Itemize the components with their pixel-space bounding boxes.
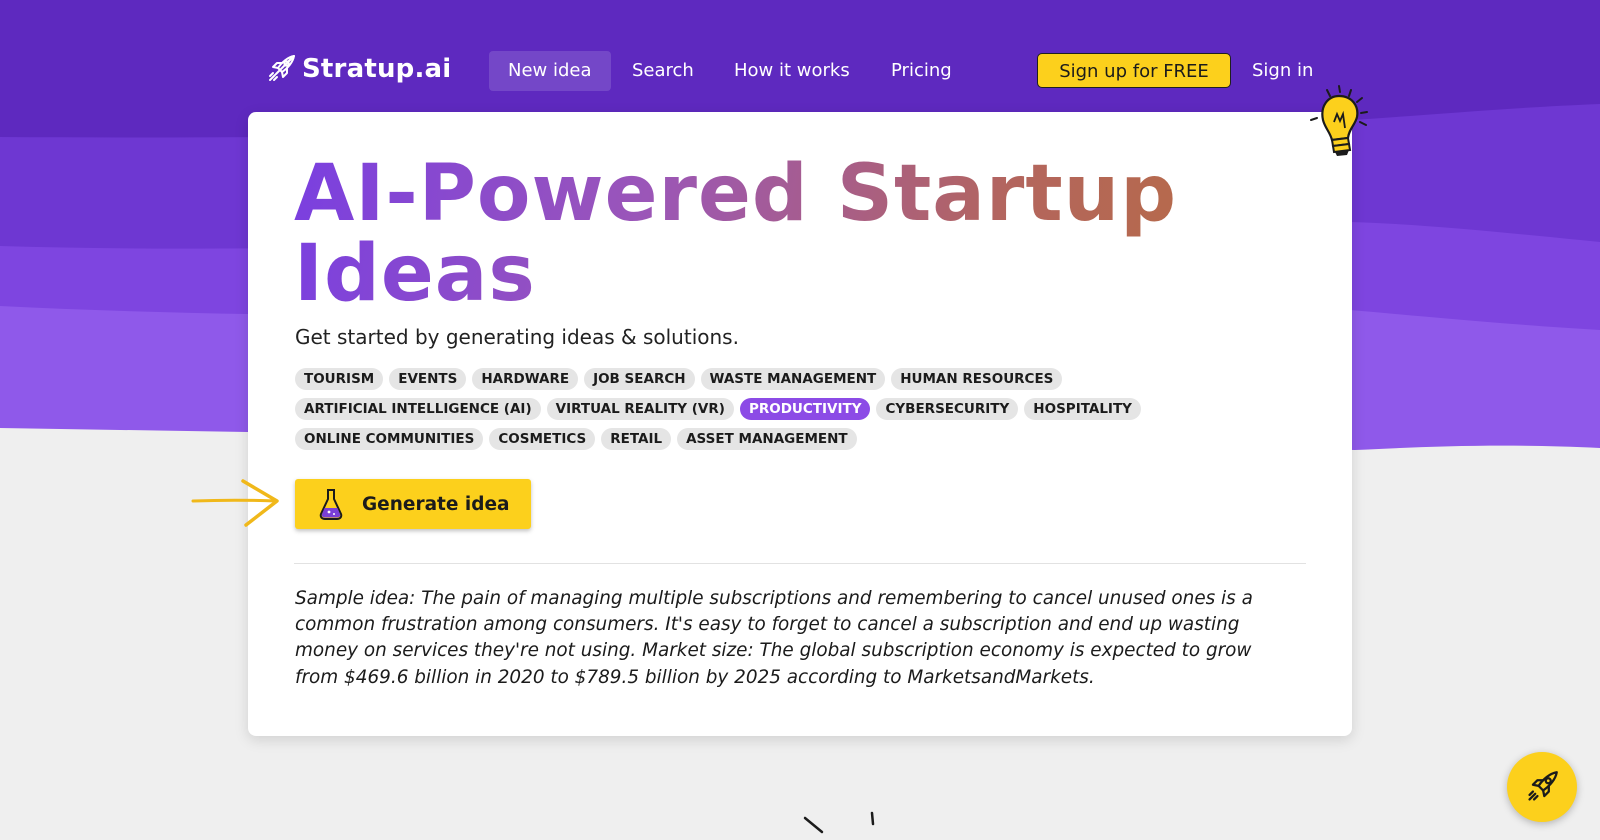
tag-tourism[interactable]: TOURISM xyxy=(295,368,384,390)
tag-retail[interactable]: RETAIL xyxy=(601,428,672,450)
nav-search[interactable]: Search xyxy=(613,51,713,91)
rocket-icon xyxy=(269,55,295,81)
signup-button[interactable]: Sign up for FREE xyxy=(1037,53,1231,88)
nav-pricing[interactable]: Pricing xyxy=(872,51,971,91)
generate-idea-label: Generate idea xyxy=(362,493,510,515)
tag-waste-management[interactable]: WASTE MANAGEMENT xyxy=(700,368,886,390)
rocket-icon xyxy=(1528,771,1558,801)
generate-idea-button[interactable]: Generate idea xyxy=(295,479,531,529)
brand-name: Stratup.ai xyxy=(302,54,452,84)
tag-productivity[interactable]: PRODUCTIVITY xyxy=(739,398,871,420)
flask-icon xyxy=(319,489,343,520)
tag-virtual-reality[interactable]: VIRTUAL REALITY (VR) xyxy=(546,398,734,420)
divider xyxy=(294,563,1306,564)
tag-cybersecurity[interactable]: CYBERSECURITY xyxy=(876,398,1019,420)
logo[interactable]: Stratup.ai xyxy=(266,54,451,84)
arrow-right-icon xyxy=(191,479,279,527)
tag-row: TOURISM EVENTS HARDWARE JOB SEARCH WASTE… xyxy=(295,368,1195,390)
tag-events[interactable]: EVENTS xyxy=(389,368,467,390)
tag-row: ARTIFICIAL INTELLIGENCE (AI) VIRTUAL REA… xyxy=(295,398,1195,420)
category-tags: TOURISM EVENTS HARDWARE JOB SEARCH WASTE… xyxy=(295,368,1195,458)
tag-human-resources[interactable]: HUMAN RESOURCES xyxy=(891,368,1063,390)
tag-hardware[interactable]: HARDWARE xyxy=(472,368,579,390)
rocket-fab-button[interactable] xyxy=(1507,752,1577,822)
tag-artificial-intelligence[interactable]: ARTIFICIAL INTELLIGENCE (AI) xyxy=(295,398,541,420)
subtitle: Get started by generating ideas & soluti… xyxy=(295,325,739,349)
nav-new-idea[interactable]: New idea xyxy=(489,51,611,91)
sample-idea-text: Sample idea: The pain of managing multip… xyxy=(295,588,1253,688)
hero-card: AI-Powered Startup Ideas Get started by … xyxy=(248,112,1352,736)
tag-hospitality[interactable]: HOSPITALITY xyxy=(1024,398,1141,420)
nav-how-it-works[interactable]: How it works xyxy=(715,51,869,91)
tag-asset-management[interactable]: ASSET MANAGEMENT xyxy=(677,428,857,450)
tag-online-communities[interactable]: ONLINE COMMUNITIES xyxy=(295,428,484,450)
lightbulb-icon xyxy=(1310,85,1368,156)
tag-row: ONLINE COMMUNITIES COSMETICS RETAIL ASSE… xyxy=(295,428,1195,450)
page-title: AI-Powered Startup Ideas xyxy=(294,154,1294,314)
tag-job-search[interactable]: JOB SEARCH xyxy=(584,368,695,390)
tag-cosmetics[interactable]: COSMETICS xyxy=(489,428,596,450)
doodle-decoration xyxy=(803,811,875,834)
